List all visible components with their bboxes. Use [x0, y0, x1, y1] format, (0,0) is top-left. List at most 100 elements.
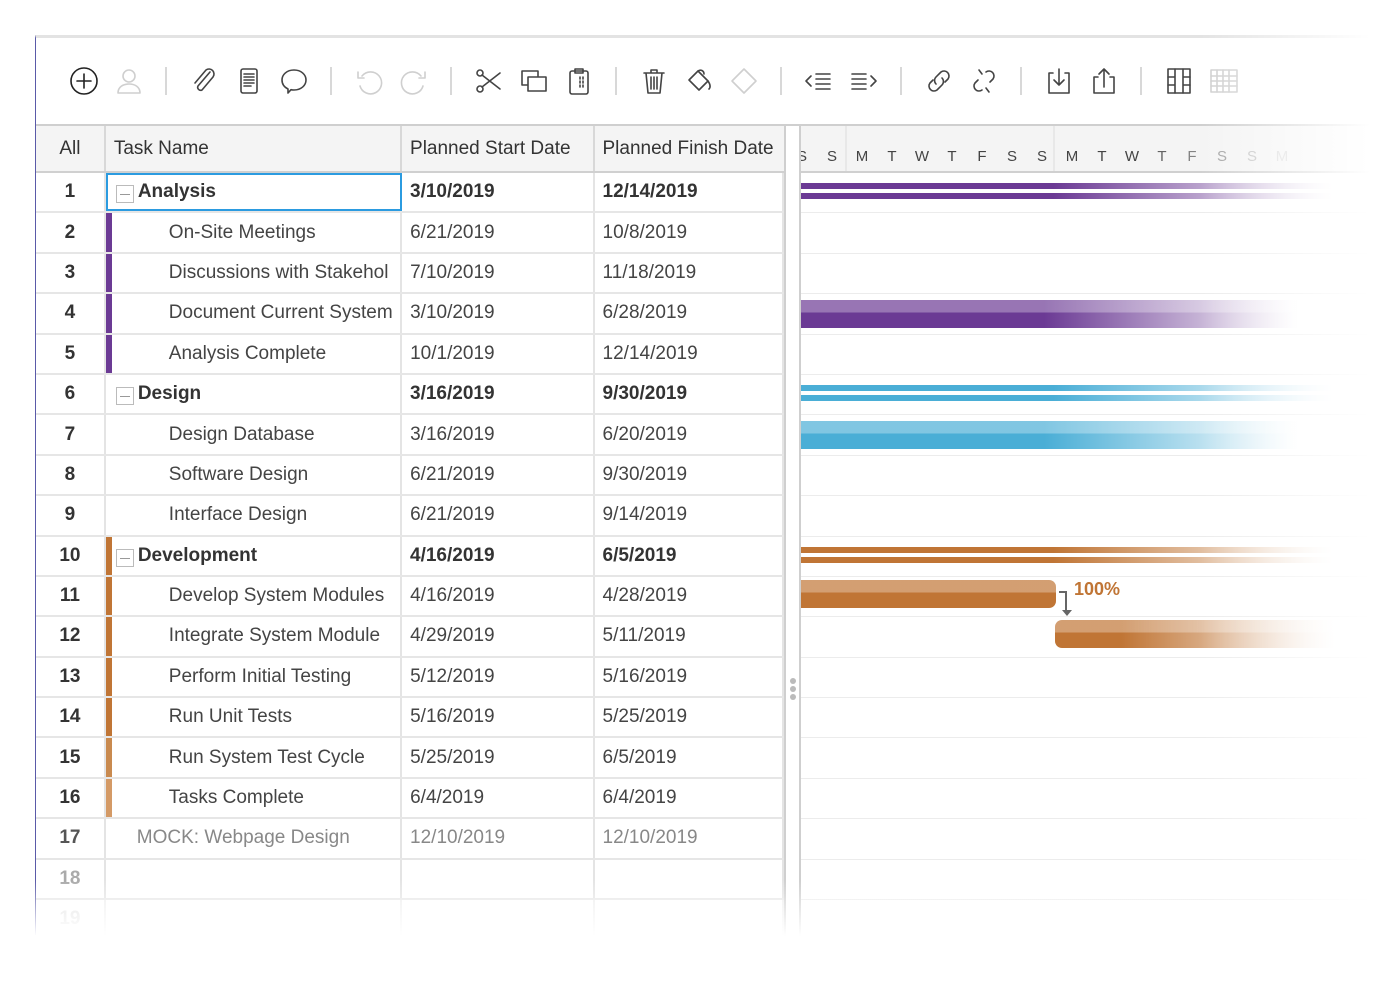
- paste-button[interactable]: [560, 62, 598, 100]
- collapse-toggle-icon[interactable]: [115, 185, 134, 204]
- task-name-cell[interactable]: On-Site Meetings: [106, 213, 403, 252]
- planned-finish-cell[interactable]: 12/14/2019: [595, 173, 784, 212]
- planned-finish-cell[interactable]: 6/5/2019: [595, 536, 784, 575]
- row-number[interactable]: 1: [36, 173, 106, 212]
- collapse-toggle-icon[interactable]: [115, 548, 134, 567]
- header-task-name[interactable]: Task Name: [106, 126, 403, 171]
- table-row[interactable]: 17 MOCK: Webpage Design 12/10/2019 12/10…: [36, 819, 784, 860]
- analysis-summary-bar[interactable]: [801, 193, 1361, 199]
- table-row[interactable]: 7 Design Database 3/16/2019 6/20/2019: [36, 415, 784, 456]
- task-name-cell[interactable]: Tasks Complete: [106, 778, 403, 818]
- task-name-cell[interactable]: [106, 900, 403, 939]
- task-name-cell[interactable]: Document Current System: [106, 294, 403, 333]
- row-number[interactable]: 7: [36, 415, 106, 454]
- collapse-toggle-icon[interactable]: [115, 387, 134, 406]
- row-number[interactable]: 13: [36, 657, 106, 697]
- row-number[interactable]: 2: [36, 213, 106, 252]
- planned-start-cell[interactable]: [402, 900, 595, 939]
- row-number[interactable]: 3: [36, 253, 106, 293]
- row-number[interactable]: 18: [36, 859, 106, 899]
- table-row[interactable]: 13 Perform Initial Testing 5/12/2019 5/1…: [36, 657, 784, 699]
- development-summary-bar[interactable]: [801, 556, 1361, 563]
- table-row[interactable]: 4 Document Current System 3/10/2019 6/28…: [36, 294, 784, 335]
- table-row[interactable]: 14 Run Unit Tests 5/16/2019 5/25/2019: [36, 698, 784, 739]
- planned-finish-cell[interactable]: 5/11/2019: [595, 617, 784, 656]
- task-name-cell[interactable]: Design Database: [106, 415, 403, 454]
- table-row[interactable]: 12 Integrate System Module 4/29/2019 5/1…: [36, 617, 784, 658]
- dependency-arrow-icon[interactable]: [1059, 591, 1067, 611]
- planned-start-cell[interactable]: 5/25/2019: [402, 738, 595, 777]
- planned-finish-cell[interactable]: 11/18/2019: [595, 253, 784, 293]
- planned-finish-cell[interactable]: 5/25/2019: [595, 698, 784, 737]
- table-row[interactable]: 2 On-Site Meetings 6/21/2019 10/8/2019: [36, 213, 784, 254]
- row-number[interactable]: 12: [36, 617, 106, 656]
- task-name-cell[interactable]: Integrate System Module: [106, 617, 403, 656]
- planned-finish-cell[interactable]: [595, 859, 784, 899]
- planned-finish-cell[interactable]: 6/28/2019: [595, 294, 784, 333]
- planned-start-cell[interactable]: 7/10/2019: [402, 253, 595, 293]
- assign-user-button[interactable]: [110, 62, 148, 100]
- notes-button[interactable]: [230, 62, 268, 100]
- planned-start-cell[interactable]: 6/21/2019: [402, 455, 595, 495]
- task-name-cell[interactable]: Discussions with Stakehol: [106, 253, 403, 293]
- table-row[interactable]: 11 Develop System Modules 4/16/2019 4/28…: [36, 576, 784, 618]
- planned-finish-cell[interactable]: 9/30/2019: [595, 374, 784, 414]
- attachment-button[interactable]: [185, 62, 223, 100]
- header-planned-start[interactable]: Planned Start Date: [402, 126, 595, 171]
- planned-finish-cell[interactable]: 4/28/2019: [595, 576, 784, 616]
- table-row[interactable]: 19: [36, 900, 784, 941]
- row-number[interactable]: 6: [36, 374, 106, 414]
- task-name-cell[interactable]: MOCK: Webpage Design: [106, 819, 403, 858]
- row-number[interactable]: 10: [36, 536, 106, 575]
- paint-bucket-button[interactable]: [680, 62, 718, 100]
- delete-button[interactable]: [635, 62, 673, 100]
- planned-finish-cell[interactable]: 12/10/2019: [595, 819, 784, 858]
- planned-start-cell[interactable]: 6/21/2019: [402, 213, 595, 252]
- task-name-cell[interactable]: Design: [106, 374, 403, 414]
- planned-finish-cell[interactable]: 9/30/2019: [595, 455, 784, 495]
- table-row[interactable]: 18: [36, 859, 784, 901]
- planned-start-cell[interactable]: 4/16/2019: [402, 576, 595, 616]
- planned-start-cell[interactable]: 3/10/2019: [402, 294, 595, 333]
- table-row[interactable]: 15 Run System Test Cycle 5/25/2019 6/5/2…: [36, 738, 784, 779]
- planned-start-cell[interactable]: [402, 859, 595, 899]
- development-summary-bar[interactable]: [801, 546, 1361, 553]
- pane-splitter[interactable]: [788, 126, 797, 938]
- table-row[interactable]: 16 Tasks Complete 6/4/2019 6/4/2019: [36, 778, 784, 820]
- design-task-bar[interactable]: [801, 421, 1341, 450]
- task-name-cell[interactable]: Run Unit Tests: [106, 698, 403, 737]
- table-row[interactable]: 1 Analysis 3/10/2019 12/14/2019: [36, 173, 784, 214]
- task-name-cell[interactable]: Analysis Complete: [106, 334, 403, 373]
- row-number[interactable]: 5: [36, 334, 106, 373]
- row-number[interactable]: 9: [36, 496, 106, 535]
- row-number[interactable]: 17: [36, 819, 106, 858]
- analysis-summary-bar[interactable]: [801, 183, 1361, 189]
- table-row[interactable]: 8 Software Design 6/21/2019 9/30/2019: [36, 455, 784, 497]
- columns-button[interactable]: [1160, 62, 1198, 100]
- task-name-cell[interactable]: Run System Test Cycle: [106, 738, 403, 777]
- task-name-cell[interactable]: Analysis: [105, 173, 403, 212]
- planned-start-cell[interactable]: 6/21/2019: [402, 496, 595, 535]
- planned-finish-cell[interactable]: [595, 900, 784, 939]
- task-name-cell[interactable]: Development: [106, 536, 403, 575]
- table-button[interactable]: [1205, 62, 1243, 100]
- planned-start-cell[interactable]: 5/12/2019: [402, 657, 595, 697]
- outdent-button[interactable]: [800, 62, 838, 100]
- planned-finish-cell[interactable]: 9/14/2019: [595, 496, 784, 535]
- table-row[interactable]: 9 Interface Design 6/21/2019 9/14/2019: [36, 496, 784, 537]
- import-button[interactable]: [1040, 62, 1078, 100]
- planned-finish-cell[interactable]: 12/14/2019: [595, 334, 784, 373]
- comment-button[interactable]: [275, 62, 313, 100]
- task-name-cell[interactable]: Develop System Modules: [106, 576, 403, 616]
- add-button[interactable]: [65, 62, 103, 100]
- indent-button[interactable]: [845, 62, 883, 100]
- planned-finish-cell[interactable]: 6/4/2019: [595, 778, 784, 818]
- row-number[interactable]: 14: [36, 698, 106, 737]
- header-planned-finish[interactable]: Planned Finish Date: [595, 126, 785, 171]
- planned-finish-cell[interactable]: 10/8/2019: [595, 213, 784, 252]
- table-row[interactable]: 5 Analysis Complete 10/1/2019 12/14/2019: [36, 334, 784, 375]
- row-number[interactable]: 19: [36, 900, 106, 939]
- row-number[interactable]: 15: [36, 738, 106, 777]
- row-number[interactable]: 16: [36, 778, 106, 818]
- planned-start-cell[interactable]: 5/16/2019: [402, 698, 595, 737]
